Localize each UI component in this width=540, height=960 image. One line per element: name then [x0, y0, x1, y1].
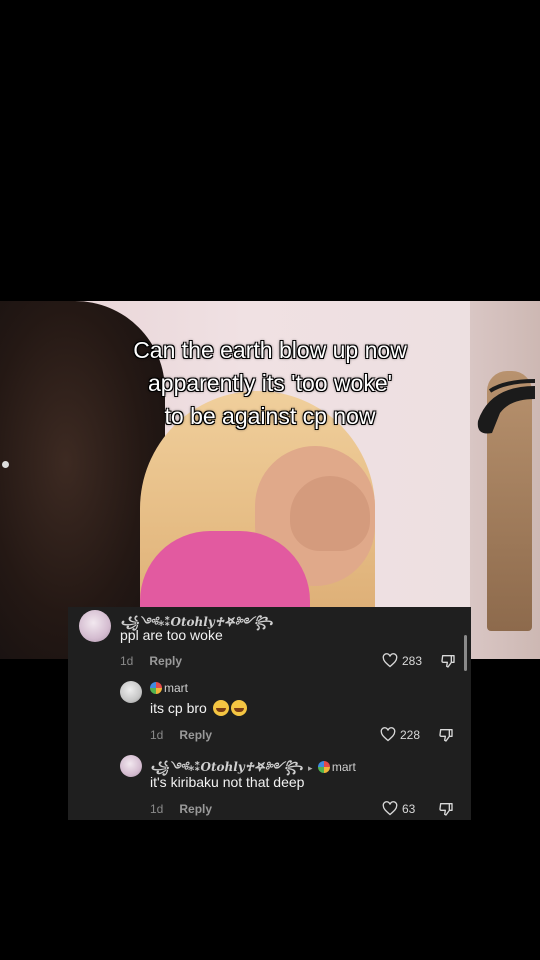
comment-text: its cp bro	[150, 700, 247, 716]
like-button[interactable]: 283	[382, 653, 422, 668]
heart-outline-icon	[382, 653, 398, 668]
comment-text: ppl are too woke	[120, 627, 223, 643]
avatar[interactable]	[120, 681, 142, 703]
crying-emoji-icon	[230, 700, 247, 716]
reply-button[interactable]: Reply	[149, 654, 182, 668]
comment-text: it's kiribaku not that deep	[150, 774, 305, 790]
colorful-avatar-icon	[317, 761, 330, 773]
comment-time: 1d	[150, 728, 164, 742]
caption-line-3: to be against cp now	[164, 403, 376, 429]
reply-target-username[interactable]: mart	[332, 760, 356, 774]
caption-line-2: apparently its 'too woke'	[147, 370, 393, 396]
comment-username[interactable]: mart	[150, 681, 188, 695]
heart-outline-icon	[380, 727, 396, 742]
like-button[interactable]: 228	[380, 727, 420, 742]
video-caption: Can the earth blow up now apparently its…	[70, 334, 470, 433]
hand-covering-face	[290, 476, 370, 551]
comment-meta: 1d Reply	[150, 802, 212, 816]
reply-button[interactable]: Reply	[179, 802, 212, 816]
comment-time: 1d	[120, 654, 134, 668]
scrollbar[interactable]	[464, 635, 467, 671]
reply-button[interactable]: Reply	[179, 728, 212, 742]
comment-time: 1d	[150, 802, 164, 816]
thumbs-down-outline-icon[interactable]	[438, 801, 454, 817]
reply-arrow-icon: ▸	[308, 763, 313, 773]
avatar[interactable]	[120, 755, 142, 777]
heart-outline-icon	[382, 801, 398, 816]
like-count: 228	[400, 727, 421, 742]
thumbs-down-outline-icon[interactable]	[438, 727, 454, 743]
comment-meta: 1d Reply	[120, 654, 182, 668]
like-button[interactable]: 63	[382, 801, 415, 816]
comment-meta: 1d Reply	[150, 728, 212, 742]
avatar[interactable]	[79, 610, 111, 642]
like-count: 63	[402, 801, 416, 816]
thumbs-down-outline-icon[interactable]	[440, 653, 456, 669]
colorful-avatar-icon	[150, 682, 162, 694]
comments-panel: ꧁༺⁎⁑𝑶𝒕𝒐𝒉𝒍𝒚♱𖤐༻꧂ ppl are too woke 1d Reply …	[68, 607, 471, 820]
crying-emoji-icon	[212, 700, 229, 716]
caption-line-1: Can the earth blow up now	[133, 337, 407, 363]
like-count: 283	[402, 653, 423, 668]
